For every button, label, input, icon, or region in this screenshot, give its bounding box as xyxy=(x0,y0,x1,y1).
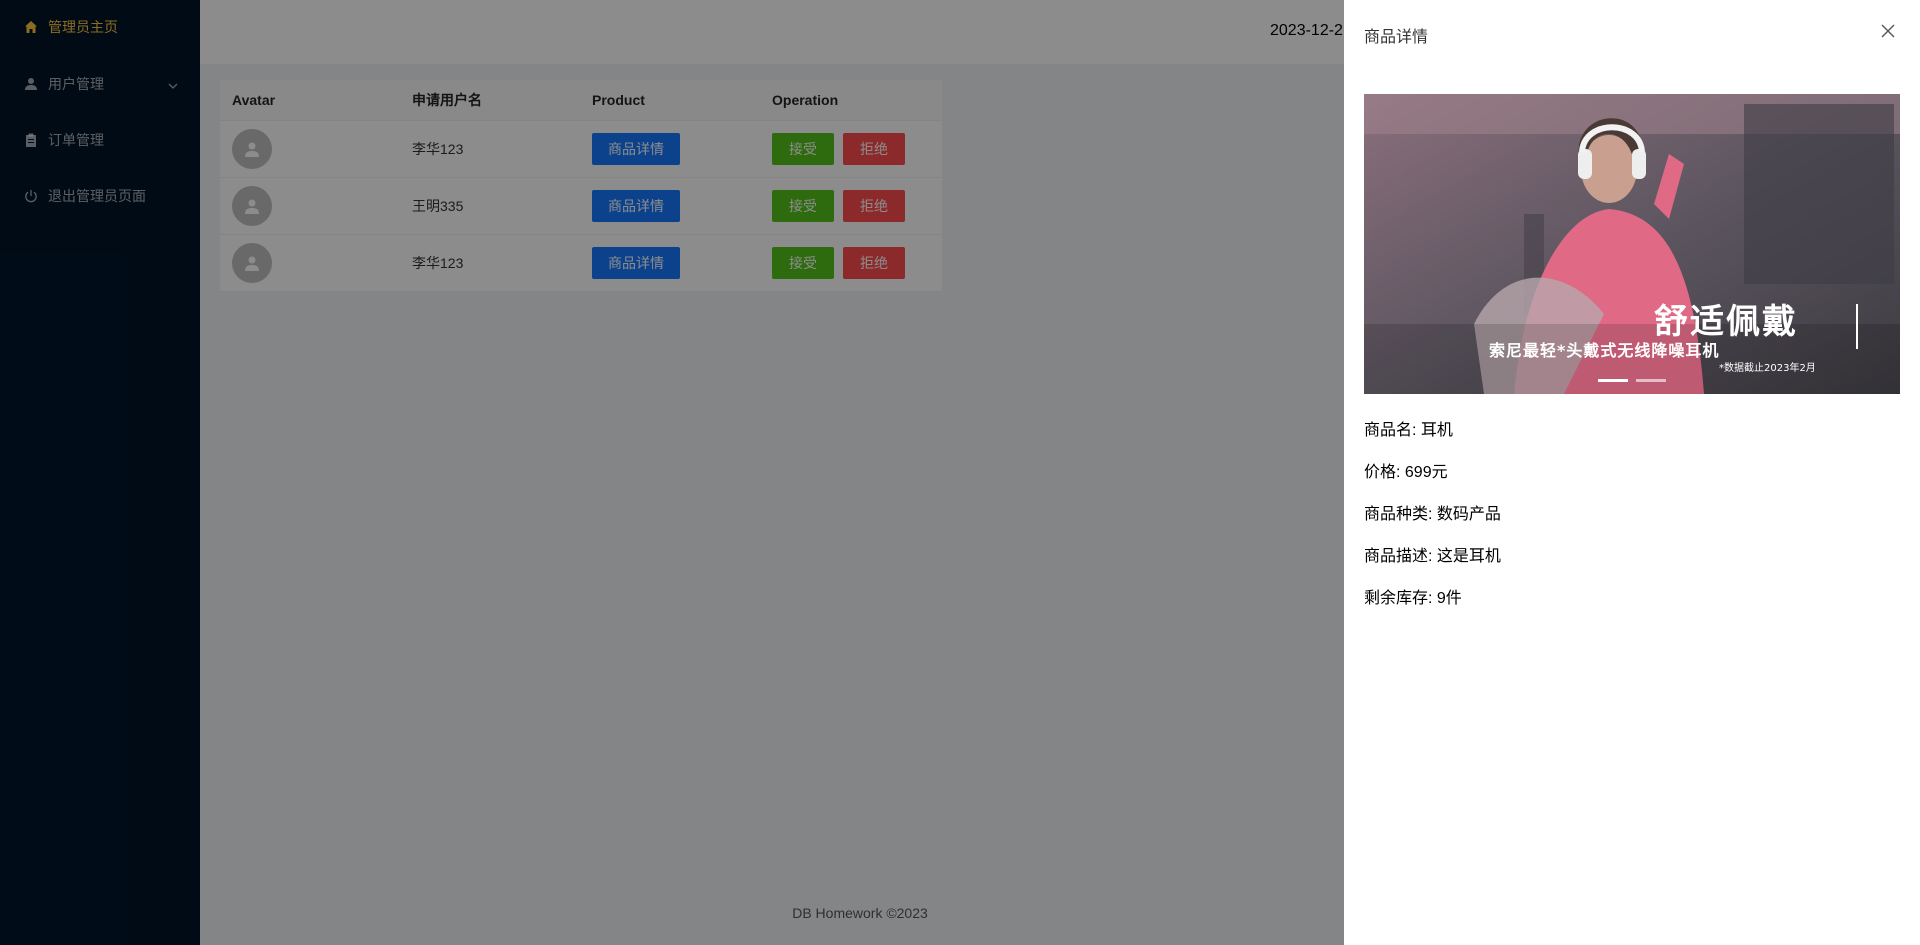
product-price: 价格: 699元 xyxy=(1364,464,1448,481)
drawer-title: 商品详情 xyxy=(1364,29,1429,46)
product-description: 商品描述: 这是耳机 xyxy=(1364,548,1501,565)
carousel-dot[interactable] xyxy=(1636,379,1666,382)
slide-headline: 舒适佩戴 xyxy=(1654,302,1798,342)
slide-subline: 索尼最轻*头戴式无线降噪耳机 xyxy=(1489,341,1720,360)
product-image-carousel[interactable]: 舒适佩戴 索尼最轻*头戴式无线降噪耳机 *数据截止2023年2月 xyxy=(1364,94,1900,394)
product-category: 商品种类: 数码产品 xyxy=(1364,506,1501,523)
carousel-dots xyxy=(1598,379,1666,382)
close-icon[interactable] xyxy=(1878,21,1898,41)
product-name: 商品名: 耳机 xyxy=(1364,422,1453,439)
product-details-drawer: 商品详情 舒适佩戴 索尼最轻*头戴式无线降噪耳机 *数据截止2023年2月 商品… xyxy=(1344,0,1920,945)
slide-note: *数据截止2023年2月 xyxy=(1719,363,1816,374)
product-stock: 剩余库存: 9件 xyxy=(1364,590,1462,607)
carousel-dot[interactable] xyxy=(1598,379,1628,382)
